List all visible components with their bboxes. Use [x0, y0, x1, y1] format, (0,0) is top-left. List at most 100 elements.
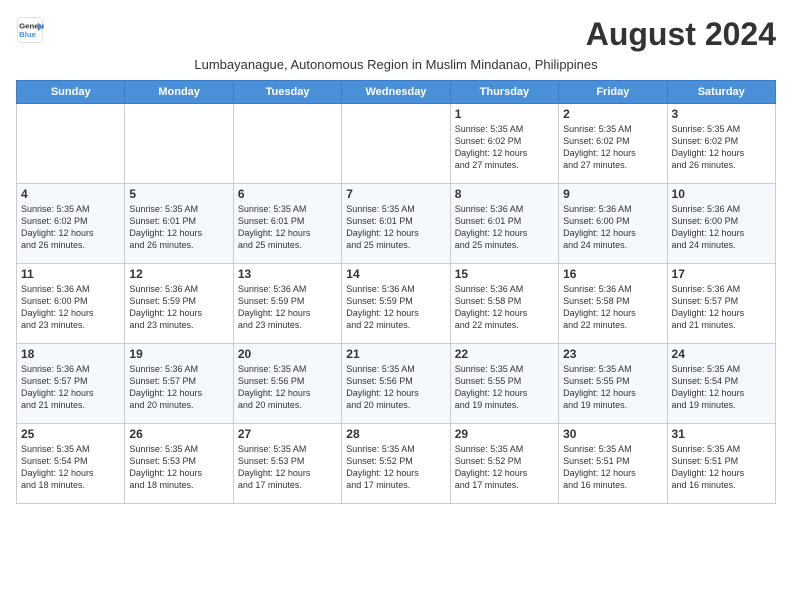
calendar-day-cell: 13Sunrise: 5:36 AM Sunset: 5:59 PM Dayli… [233, 264, 341, 344]
day-number: 13 [238, 267, 337, 281]
calendar-day-cell: 8 Sunrise: 5:36 AM Sunset: 6:01 PM Daylig… [450, 184, 558, 264]
day-number: 28 [346, 427, 445, 441]
day-info: Sunrise: 5:36 AM Sunset: 6:00 PM Dayligh… [672, 203, 771, 252]
calendar-day-cell: 5 Sunrise: 5:35 AM Sunset: 6:01 PM Daylig… [125, 184, 233, 264]
calendar-day-cell [125, 104, 233, 184]
day-number: 27 [238, 427, 337, 441]
day-number: 19 [129, 347, 228, 361]
day-info: Sunrise: 5:35 AM Sunset: 6:02 PM Dayligh… [672, 123, 771, 172]
day-info: Sunrise: 5:35 AM Sunset: 6:02 PM Dayligh… [455, 123, 554, 172]
calendar-day-cell: 11Sunrise: 5:36 AM Sunset: 6:00 PM Dayli… [17, 264, 125, 344]
weekday-header-monday: Monday [125, 81, 233, 104]
day-info: Sunrise: 5:35 AM Sunset: 5:51 PM Dayligh… [672, 443, 771, 492]
day-number: 20 [238, 347, 337, 361]
day-info: Sunrise: 5:36 AM Sunset: 6:00 PM Dayligh… [563, 203, 662, 252]
logo-icon: General Blue [16, 16, 44, 44]
calendar-day-cell: 20 Sunrise: 5:35 AM Sunset: 5:56 PM Dayli… [233, 344, 341, 424]
day-number: 30 [563, 427, 662, 441]
calendar-day-cell: 15 Sunrise: 5:36 AM Sunset: 5:58 PM Dayli… [450, 264, 558, 344]
day-number: 29 [455, 427, 554, 441]
weekday-header-saturday: Saturday [667, 81, 775, 104]
day-number: 23 [563, 347, 662, 361]
day-number: 7 [346, 187, 445, 201]
calendar-day-cell: 24 Sunrise: 5:35 AM Sunset: 5:54 PM Dayli… [667, 344, 775, 424]
calendar-day-cell: 21 Sunrise: 5:35 AM Sunset: 5:56 PM Dayli… [342, 344, 450, 424]
weekday-header-tuesday: Tuesday [233, 81, 341, 104]
calendar-week-row: 11Sunrise: 5:36 AM Sunset: 6:00 PM Dayli… [17, 264, 776, 344]
day-number: 18 [21, 347, 120, 361]
month-title: August 2024 [586, 16, 776, 53]
calendar-day-cell: 16 Sunrise: 5:36 AM Sunset: 5:58 PM Dayli… [559, 264, 667, 344]
day-info: Sunrise: 5:36 AM Sunset: 5:58 PM Dayligh… [563, 283, 662, 332]
day-info: Sunrise: 5:35 AM Sunset: 6:01 PM Dayligh… [129, 203, 228, 252]
weekday-header-wednesday: Wednesday [342, 81, 450, 104]
calendar-day-cell: 1 Sunrise: 5:35 AM Sunset: 6:02 PM Daylig… [450, 104, 558, 184]
calendar-day-cell [342, 104, 450, 184]
day-number: 17 [672, 267, 771, 281]
day-number: 24 [672, 347, 771, 361]
day-info: Sunrise: 5:36 AM Sunset: 5:57 PM Dayligh… [672, 283, 771, 332]
day-number: 8 [455, 187, 554, 201]
calendar-day-cell: 10 Sunrise: 5:36 AM Sunset: 6:00 PM Dayli… [667, 184, 775, 264]
day-number: 4 [21, 187, 120, 201]
day-info: Sunrise: 5:36 AM Sunset: 5:59 PM Dayligh… [346, 283, 445, 332]
calendar-day-cell: 25Sunrise: 5:35 AM Sunset: 5:54 PM Dayli… [17, 424, 125, 504]
day-number: 5 [129, 187, 228, 201]
day-info: Sunrise: 5:36 AM Sunset: 5:57 PM Dayligh… [21, 363, 120, 412]
day-number: 2 [563, 107, 662, 121]
calendar-day-cell: 3 Sunrise: 5:35 AM Sunset: 6:02 PM Daylig… [667, 104, 775, 184]
day-info: Sunrise: 5:35 AM Sunset: 6:01 PM Dayligh… [238, 203, 337, 252]
day-number: 21 [346, 347, 445, 361]
calendar-day-cell: 19 Sunrise: 5:36 AM Sunset: 5:57 PM Dayli… [125, 344, 233, 424]
day-info: Sunrise: 5:36 AM Sunset: 5:58 PM Dayligh… [455, 283, 554, 332]
day-info: Sunrise: 5:36 AM Sunset: 6:01 PM Dayligh… [455, 203, 554, 252]
day-info: Sunrise: 5:35 AM Sunset: 5:55 PM Dayligh… [455, 363, 554, 412]
day-info: Sunrise: 5:35 AM Sunset: 5:56 PM Dayligh… [346, 363, 445, 412]
day-info: Sunrise: 5:36 AM Sunset: 5:57 PM Dayligh… [129, 363, 228, 412]
day-number: 3 [672, 107, 771, 121]
calendar-day-cell: 22Sunrise: 5:35 AM Sunset: 5:55 PM Dayli… [450, 344, 558, 424]
day-info: Sunrise: 5:35 AM Sunset: 5:52 PM Dayligh… [455, 443, 554, 492]
day-info: Sunrise: 5:35 AM Sunset: 6:02 PM Dayligh… [563, 123, 662, 172]
calendar-day-cell: 31Sunrise: 5:35 AM Sunset: 5:51 PM Dayli… [667, 424, 775, 504]
calendar-day-cell: 12 Sunrise: 5:36 AM Sunset: 5:59 PM Dayli… [125, 264, 233, 344]
day-info: Sunrise: 5:35 AM Sunset: 5:54 PM Dayligh… [672, 363, 771, 412]
calendar-day-cell: 26Sunrise: 5:35 AM Sunset: 5:53 PM Dayli… [125, 424, 233, 504]
day-number: 14 [346, 267, 445, 281]
day-info: Sunrise: 5:35 AM Sunset: 5:51 PM Dayligh… [563, 443, 662, 492]
day-number: 6 [238, 187, 337, 201]
day-number: 25 [21, 427, 120, 441]
calendar-day-cell: 9 Sunrise: 5:36 AM Sunset: 6:00 PM Daylig… [559, 184, 667, 264]
day-info: Sunrise: 5:36 AM Sunset: 6:00 PM Dayligh… [21, 283, 120, 332]
calendar-week-row: 25Sunrise: 5:35 AM Sunset: 5:54 PM Dayli… [17, 424, 776, 504]
day-number: 26 [129, 427, 228, 441]
day-info: Sunrise: 5:35 AM Sunset: 5:56 PM Dayligh… [238, 363, 337, 412]
day-number: 9 [563, 187, 662, 201]
day-info: Sunrise: 5:36 AM Sunset: 5:59 PM Dayligh… [129, 283, 228, 332]
weekday-header-sunday: Sunday [17, 81, 125, 104]
calendar-day-cell: 28Sunrise: 5:35 AM Sunset: 5:52 PM Dayli… [342, 424, 450, 504]
calendar-week-row: 1 Sunrise: 5:35 AM Sunset: 6:02 PM Daylig… [17, 104, 776, 184]
calendar-day-cell: 23 Sunrise: 5:35 AM Sunset: 5:55 PM Dayli… [559, 344, 667, 424]
day-info: Sunrise: 5:35 AM Sunset: 6:02 PM Dayligh… [21, 203, 120, 252]
day-number: 12 [129, 267, 228, 281]
calendar-week-row: 4 Sunrise: 5:35 AM Sunset: 6:02 PM Daylig… [17, 184, 776, 264]
day-number: 1 [455, 107, 554, 121]
day-info: Sunrise: 5:35 AM Sunset: 6:01 PM Dayligh… [346, 203, 445, 252]
weekday-header-friday: Friday [559, 81, 667, 104]
logo: General Blue [16, 16, 44, 44]
calendar-day-cell: 7 Sunrise: 5:35 AM Sunset: 6:01 PM Daylig… [342, 184, 450, 264]
calendar-day-cell: 6 Sunrise: 5:35 AM Sunset: 6:01 PM Daylig… [233, 184, 341, 264]
day-info: Sunrise: 5:35 AM Sunset: 5:53 PM Dayligh… [238, 443, 337, 492]
day-number: 10 [672, 187, 771, 201]
calendar-day-cell [233, 104, 341, 184]
calendar-day-cell: 4 Sunrise: 5:35 AM Sunset: 6:02 PM Daylig… [17, 184, 125, 264]
weekday-header-thursday: Thursday [450, 81, 558, 104]
calendar-day-cell: 27 Sunrise: 5:35 AM Sunset: 5:53 PM Dayli… [233, 424, 341, 504]
svg-text:Blue: Blue [19, 30, 37, 39]
day-info: Sunrise: 5:35 AM Sunset: 5:55 PM Dayligh… [563, 363, 662, 412]
day-number: 16 [563, 267, 662, 281]
weekday-header-row: SundayMondayTuesdayWednesdayThursdayFrid… [17, 81, 776, 104]
calendar-week-row: 18 Sunrise: 5:36 AM Sunset: 5:57 PM Dayli… [17, 344, 776, 424]
day-number: 15 [455, 267, 554, 281]
